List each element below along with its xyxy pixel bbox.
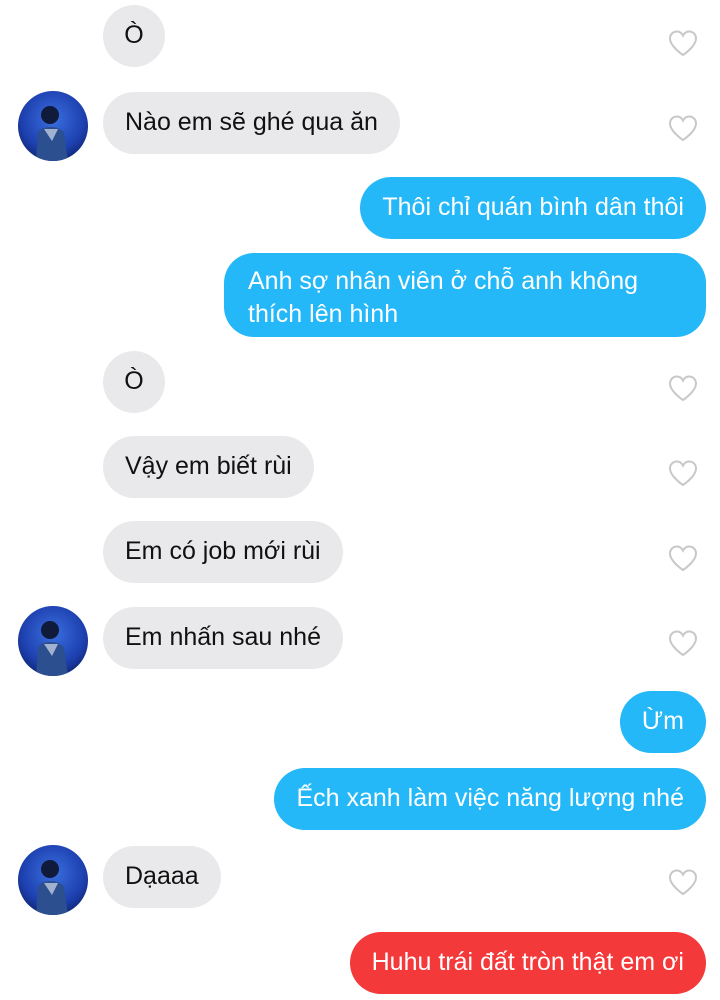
outgoing-message[interactable]: Ếch xanh làm việc năng lượng nhé bbox=[274, 768, 706, 830]
incoming-message[interactable]: Nào em sẽ ghé qua ăn bbox=[103, 92, 400, 154]
incoming-message[interactable]: Ò bbox=[103, 5, 165, 67]
outgoing-message[interactable]: Anh sợ nhân viên ở chỗ anh không thích l… bbox=[224, 253, 706, 337]
incoming-message[interactable]: Em nhấn sau nhé bbox=[103, 607, 343, 669]
contact-avatar[interactable] bbox=[18, 91, 88, 161]
heart-outline-icon[interactable] bbox=[668, 459, 698, 487]
incoming-message[interactable]: Em có job mới rùi bbox=[103, 521, 343, 583]
incoming-message[interactable]: Dạaaa bbox=[103, 846, 221, 908]
message-thread: Ò Nào em sẽ ghé qua ăn Thôi chỉ quán bìn… bbox=[0, 0, 720, 1000]
outgoing-message[interactable]: Ừm bbox=[619, 691, 706, 753]
incoming-message[interactable]: Ò bbox=[103, 351, 165, 413]
contact-avatar[interactable] bbox=[18, 845, 88, 915]
heart-outline-icon[interactable] bbox=[668, 868, 698, 896]
heart-outline-icon[interactable] bbox=[668, 544, 698, 572]
heart-outline-icon[interactable] bbox=[668, 629, 698, 657]
heart-outline-icon[interactable] bbox=[668, 374, 698, 402]
heart-outline-icon[interactable] bbox=[668, 29, 698, 57]
heart-outline-icon[interactable] bbox=[668, 114, 698, 142]
contact-avatar[interactable] bbox=[18, 606, 88, 676]
incoming-message[interactable]: Vậy em biết rùi bbox=[103, 436, 314, 498]
outgoing-message[interactable]: Thôi chỉ quán bình dân thôi bbox=[360, 177, 706, 239]
outgoing-message-highlighted[interactable]: Huhu trái đất tròn thật em ơi bbox=[349, 932, 706, 994]
